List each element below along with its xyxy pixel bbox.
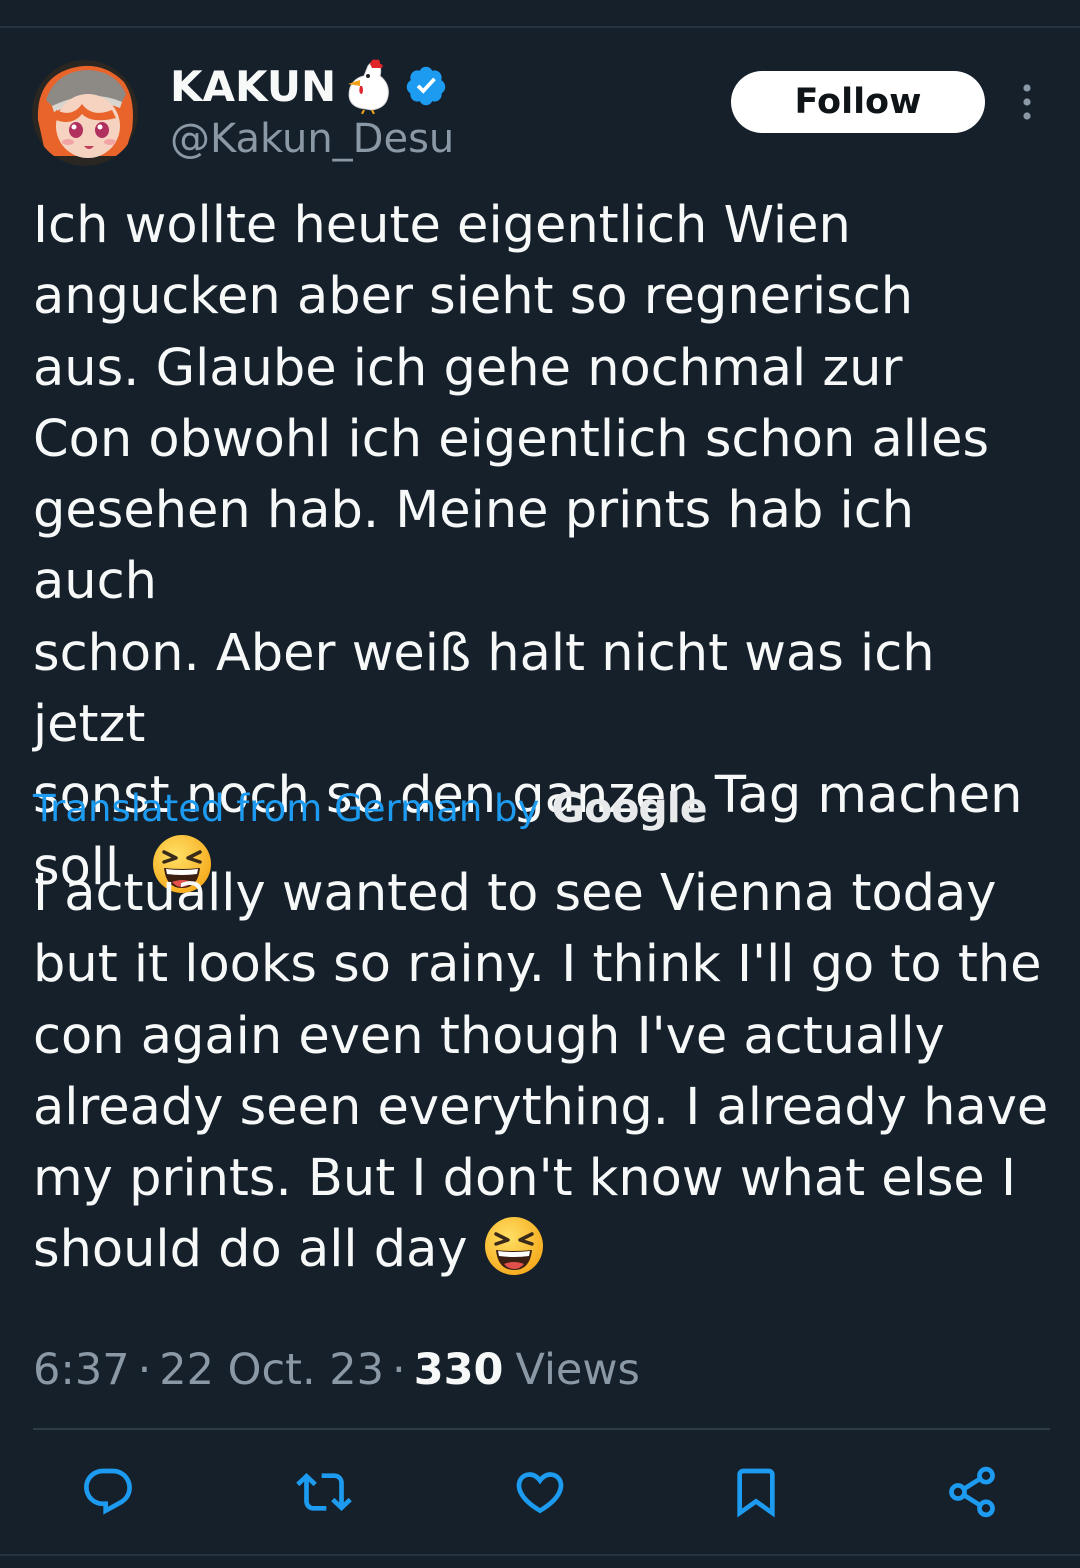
google-logo: Google (551, 784, 707, 832)
meta-separator: · (137, 1345, 152, 1395)
tweet-date[interactable]: 22 Oct. 23 (159, 1345, 384, 1395)
verified-icon (404, 64, 448, 108)
tweet-detail-screen: KAKUN @Kakun_Desu Follow Ich wollte heut… (0, 0, 1080, 1568)
translated-text: I actually wanted to see Vienna today bu… (33, 858, 1053, 1286)
translated-from-link[interactable]: Translated from German by (33, 787, 539, 830)
like-icon[interactable] (512, 1464, 568, 1520)
chicken-icon (342, 58, 394, 115)
meta-separator: · (392, 1345, 406, 1395)
reply-icon[interactable] (80, 1464, 136, 1520)
laughing-squint-emoji (484, 1216, 544, 1276)
share-icon[interactable] (944, 1464, 1000, 1520)
display-name-row[interactable]: KAKUN (170, 58, 448, 115)
bookmark-icon[interactable] (728, 1464, 784, 1520)
translation-attribution: Translated from German by Google (33, 780, 708, 836)
follow-button[interactable]: Follow (731, 71, 985, 133)
display-name[interactable]: KAKUN (170, 62, 336, 111)
views-label[interactable]: Views (515, 1345, 639, 1395)
top-divider (0, 26, 1080, 28)
tweet-time[interactable]: 6:37 (33, 1345, 130, 1395)
actions-divider (33, 1428, 1050, 1430)
more-icon[interactable] (1014, 82, 1040, 122)
retweet-icon[interactable] (296, 1464, 352, 1520)
avatar[interactable] (32, 60, 138, 166)
tweet-meta: 6:37 · 22 Oct. 23 · 330 Views (33, 1340, 640, 1400)
bottom-divider (0, 1554, 1080, 1556)
handle[interactable]: @Kakun_Desu (170, 116, 454, 162)
views-count[interactable]: 330 (414, 1345, 504, 1395)
